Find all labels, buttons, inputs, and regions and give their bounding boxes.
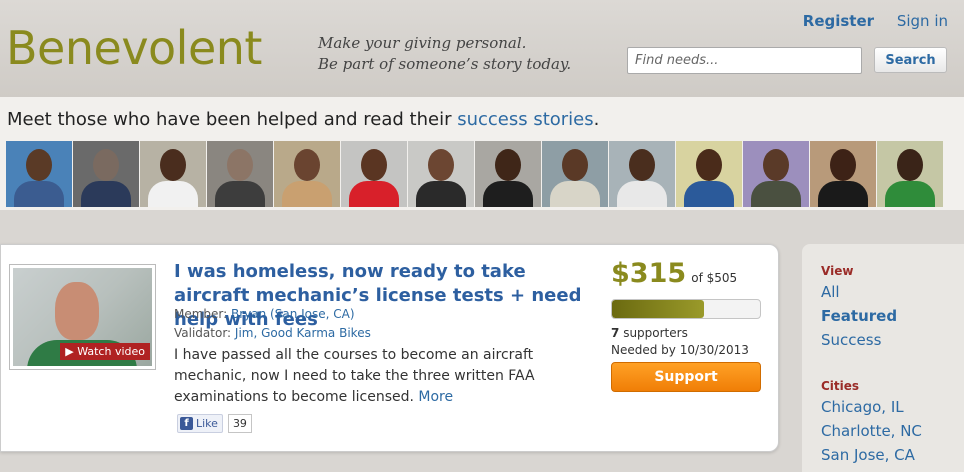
story-person-body bbox=[684, 181, 734, 207]
view-featured-link[interactable]: Featured bbox=[821, 307, 897, 325]
funding-amount: $315 of $505 bbox=[611, 258, 737, 289]
support-button[interactable]: Support bbox=[611, 362, 761, 392]
supporters-line: 7 supporters bbox=[611, 326, 688, 340]
like-label: Like bbox=[196, 417, 218, 430]
story-person-head bbox=[26, 149, 52, 181]
sign-in-link[interactable]: Sign in bbox=[897, 12, 948, 30]
description-text: I have passed all the courses to become … bbox=[174, 347, 535, 405]
site-header: Benevolent Make your giving personal. Be… bbox=[0, 0, 964, 97]
story-thumbnail[interactable] bbox=[73, 141, 139, 207]
facebook-like-button[interactable]: f Like bbox=[177, 414, 223, 433]
story-thumbnails bbox=[6, 141, 943, 207]
story-thumbnail[interactable] bbox=[609, 141, 675, 207]
view-success-link[interactable]: Success bbox=[821, 331, 881, 349]
success-stories-band: Meet those who have been helped and read… bbox=[0, 97, 964, 210]
like-count: 39 bbox=[227, 414, 252, 433]
facebook-like: f Like 39 bbox=[177, 414, 252, 433]
stories-heading-text: Meet those who have been helped and read… bbox=[7, 109, 458, 130]
story-person-body bbox=[483, 181, 533, 207]
account-links: Register Sign in bbox=[785, 12, 948, 30]
search-input[interactable] bbox=[627, 47, 862, 74]
success-stories-link[interactable]: success stories bbox=[457, 109, 593, 130]
story-person-body bbox=[148, 181, 198, 207]
video-preview[interactable]: ▶ Watch video bbox=[13, 268, 152, 366]
tagline-line-2: Be part of someone’s story today. bbox=[318, 55, 572, 73]
story-person-head bbox=[830, 149, 856, 181]
story-thumbnail[interactable] bbox=[207, 141, 273, 207]
validator-label: Validator: bbox=[174, 326, 235, 340]
city-chicago-link[interactable]: Chicago, IL bbox=[821, 398, 904, 416]
story-person-head bbox=[897, 149, 923, 181]
story-person-body bbox=[617, 181, 667, 207]
tagline: Make your giving personal. Be part of so… bbox=[318, 33, 571, 75]
video-thumbnail[interactable]: ▶ Watch video bbox=[9, 264, 156, 370]
need-description: I have passed all the courses to become … bbox=[174, 345, 564, 408]
story-person-head bbox=[361, 149, 387, 181]
story-person-head bbox=[428, 149, 454, 181]
need-title-link[interactable]: I was homeless, now ready to take aircra… bbox=[174, 260, 594, 332]
story-thumbnail[interactable] bbox=[542, 141, 608, 207]
story-person-body bbox=[550, 181, 600, 207]
supporters-label: supporters bbox=[623, 326, 688, 340]
story-person-body bbox=[81, 181, 131, 207]
story-thumbnail[interactable] bbox=[341, 141, 407, 207]
story-person-body bbox=[282, 181, 332, 207]
filter-sidebar: View All Featured Success Cities Chicago… bbox=[802, 244, 964, 472]
story-thumbnail[interactable] bbox=[743, 141, 809, 207]
goal-amount: of $505 bbox=[691, 271, 738, 285]
city-charlotte-link[interactable]: Charlotte, NC bbox=[821, 422, 922, 440]
story-person-body bbox=[818, 181, 868, 207]
tagline-line-1: Make your giving personal. bbox=[318, 34, 527, 52]
cities-heading: Cities bbox=[821, 379, 860, 393]
story-thumbnail[interactable] bbox=[6, 141, 72, 207]
story-person-head bbox=[93, 149, 119, 181]
view-heading: View bbox=[821, 264, 854, 278]
story-person-body bbox=[349, 181, 399, 207]
story-person-body bbox=[215, 181, 265, 207]
story-thumbnail[interactable] bbox=[676, 141, 742, 207]
member-line: Member: Bryan (San Jose, CA) bbox=[174, 307, 355, 321]
member-link[interactable]: Bryan (San Jose, CA) bbox=[231, 307, 355, 321]
benevolent-logo[interactable]: Benevolent bbox=[6, 18, 262, 78]
funding-progress-bar bbox=[611, 299, 761, 319]
raised-amount: $315 bbox=[611, 258, 687, 289]
story-thumbnail[interactable] bbox=[810, 141, 876, 207]
story-person-head bbox=[562, 149, 588, 181]
city-san-jose-link[interactable]: San Jose, CA bbox=[821, 446, 915, 464]
story-person-head bbox=[294, 149, 320, 181]
story-thumbnail[interactable] bbox=[140, 141, 206, 207]
story-thumbnail[interactable] bbox=[274, 141, 340, 207]
search-button[interactable]: Search bbox=[874, 47, 947, 73]
stories-heading: Meet those who have been helped and read… bbox=[7, 109, 599, 130]
stories-heading-period: . bbox=[593, 109, 600, 130]
story-person-head bbox=[629, 149, 655, 181]
watch-video-button[interactable]: ▶ Watch video bbox=[60, 343, 150, 360]
needed-by-date: Needed by 10/30/2013 bbox=[611, 343, 749, 357]
story-thumbnail[interactable] bbox=[475, 141, 541, 207]
register-link[interactable]: Register bbox=[803, 12, 874, 30]
story-person-head bbox=[696, 149, 722, 181]
funding-progress-fill bbox=[612, 300, 704, 318]
member-label: Member: bbox=[174, 307, 232, 321]
need-card: ▶ Watch video I was homeless, now ready … bbox=[0, 244, 779, 452]
story-person-head bbox=[495, 149, 521, 181]
view-all-link[interactable]: All bbox=[821, 283, 840, 301]
story-person-head bbox=[227, 149, 253, 181]
story-person-body bbox=[885, 181, 935, 207]
story-person-head bbox=[160, 149, 186, 181]
supporters-count: 7 bbox=[611, 326, 620, 340]
story-person-body bbox=[14, 181, 64, 207]
story-thumbnail[interactable] bbox=[408, 141, 474, 207]
more-link[interactable]: More bbox=[418, 389, 453, 405]
validator-link[interactable]: Jim, Good Karma Bikes bbox=[235, 326, 371, 340]
facebook-icon: f bbox=[180, 417, 193, 430]
story-person-body bbox=[751, 181, 801, 207]
story-thumbnail[interactable] bbox=[877, 141, 943, 207]
story-person-head bbox=[763, 149, 789, 181]
story-person-body bbox=[416, 181, 466, 207]
validator-line: Validator: Jim, Good Karma Bikes bbox=[174, 326, 371, 340]
video-person-face bbox=[55, 282, 99, 340]
